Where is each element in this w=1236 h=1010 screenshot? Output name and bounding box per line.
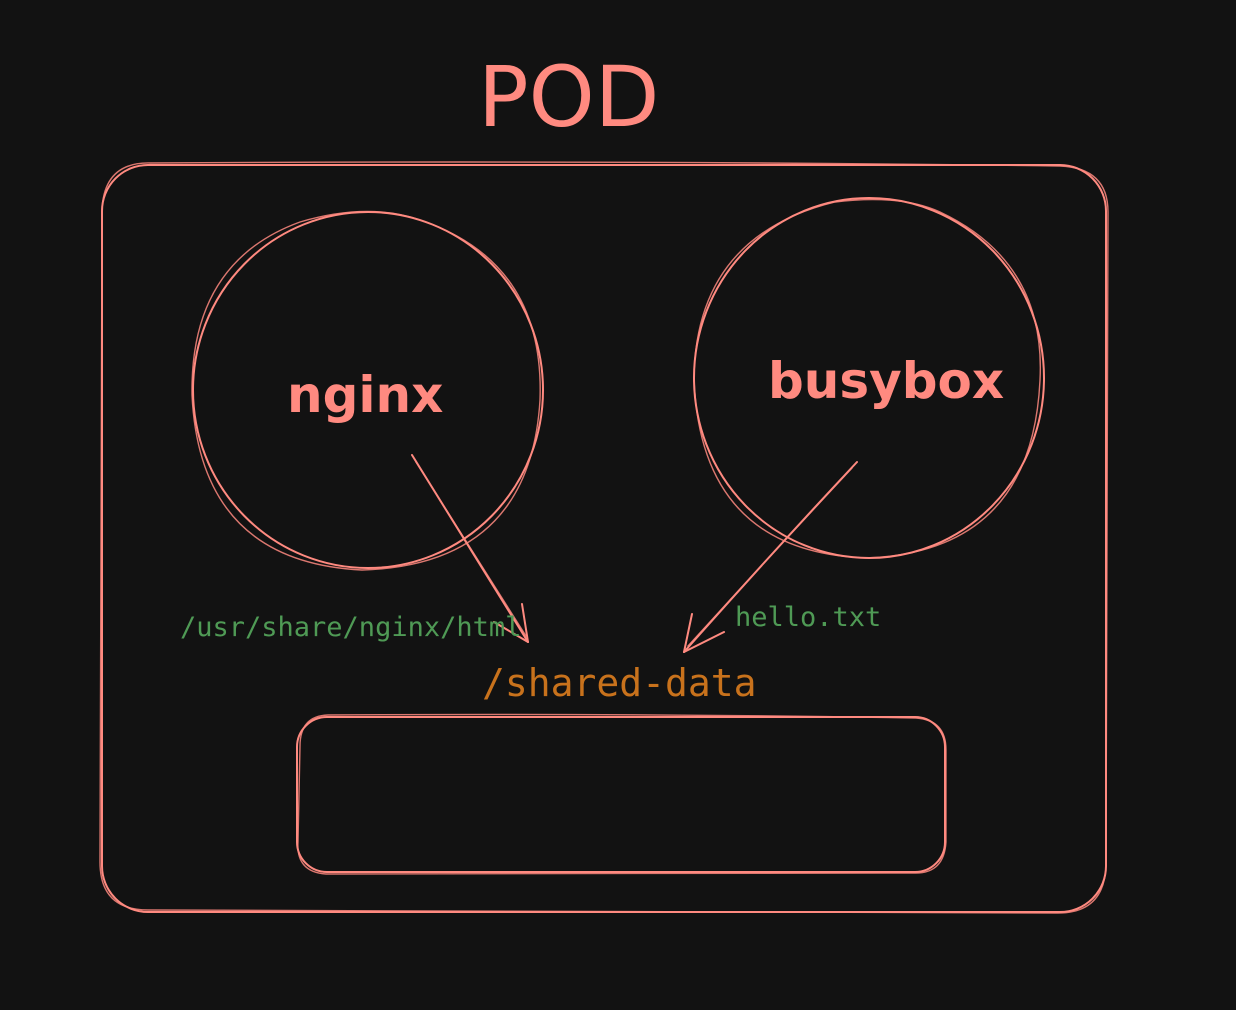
pod-diagram: POD nginx busybox /usr/share/nginx/html …: [99, 48, 1109, 914]
busybox-container: busybox: [693, 197, 1045, 559]
nginx-label: nginx: [287, 366, 443, 424]
shared-volume-box: [296, 713, 947, 875]
nginx-container: nginx: [191, 210, 544, 571]
pod-title: POD: [478, 48, 659, 146]
busybox-mount-path: hello.txt: [735, 602, 881, 633]
busybox-label: busybox: [768, 352, 1004, 410]
nginx-mount-path: /usr/share/nginx/html: [180, 612, 521, 643]
shared-volume-label: /shared-data: [482, 661, 757, 705]
